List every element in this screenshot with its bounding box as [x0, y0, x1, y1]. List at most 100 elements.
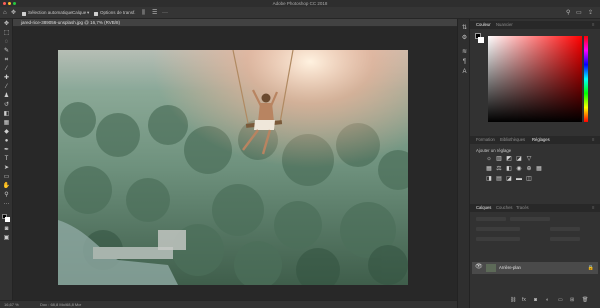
- chevron-down-icon[interactable]: ▾: [87, 10, 89, 16]
- lasso-tool-icon[interactable]: ◌: [2, 39, 11, 46]
- auto-select-label: Sélection automatique: [28, 10, 73, 15]
- new-layer-icon[interactable]: ⊞: [570, 297, 574, 303]
- quick-select-tool-icon[interactable]: ✎: [2, 48, 11, 55]
- type-tool-icon[interactable]: T: [2, 156, 11, 163]
- panel-menu-icon[interactable]: ≡: [592, 205, 594, 211]
- posterize-icon[interactable]: ▤: [496, 176, 502, 182]
- quick-mask-icon[interactable]: ◙: [2, 226, 11, 233]
- color-lookup-icon[interactable]: ▦: [536, 166, 542, 172]
- paragraph-icon[interactable]: ¶: [461, 59, 468, 66]
- vibrance-icon[interactable]: ▽: [526, 156, 532, 162]
- tab-bibliotheques[interactable]: Bibliothèques: [500, 137, 525, 143]
- tab-couches[interactable]: Couches: [496, 205, 513, 211]
- tab-couleur[interactable]: Couleur: [476, 22, 491, 28]
- lock-options[interactable]: [476, 237, 520, 241]
- tab-calques[interactable]: Calques: [476, 205, 491, 211]
- more-tools-icon[interactable]: ···: [2, 201, 11, 208]
- tab-reglages[interactable]: Réglages: [532, 137, 550, 143]
- more-options-icon[interactable]: ···: [162, 10, 168, 16]
- hand-tool-icon[interactable]: ✋: [2, 183, 11, 190]
- pen-tool-icon[interactable]: ✒: [2, 147, 11, 154]
- move-tool-icon[interactable]: ✥: [11, 10, 16, 16]
- trash-icon[interactable]: 🗑: [582, 297, 588, 303]
- document-tab[interactable]: jared-rice-389056-unsplash.jpg @ 16,7% (…: [13, 19, 457, 27]
- layer-filter-field[interactable]: [476, 217, 506, 221]
- gradient-map-icon[interactable]: ▬: [516, 176, 522, 182]
- eraser-tool-icon[interactable]: ◧: [2, 111, 11, 118]
- color-balance-icon[interactable]: ⚖: [496, 166, 502, 172]
- document-title: jared-rice-389056-unsplash.jpg @ 16,7% (…: [21, 20, 121, 25]
- workspace-icon[interactable]: ▭: [576, 10, 582, 16]
- layer-filter-icons[interactable]: [510, 217, 550, 221]
- history-brush-tool-icon[interactable]: ↺: [2, 102, 11, 109]
- hue-saturation-icon[interactable]: ▦: [486, 166, 492, 172]
- crop-tool-icon[interactable]: ⌗: [2, 57, 11, 64]
- hue-slider[interactable]: [584, 36, 588, 122]
- dodge-tool-icon[interactable]: ●: [2, 138, 11, 145]
- character-icon[interactable]: A: [461, 69, 468, 76]
- add-mask-icon[interactable]: ◙: [534, 297, 537, 303]
- tab-formation[interactable]: Formation: [476, 137, 495, 143]
- adjustment-layer-icon[interactable]: ◐: [546, 297, 549, 303]
- selective-color-icon[interactable]: ◫: [526, 176, 532, 182]
- color-picker-field[interactable]: [488, 36, 582, 122]
- layer-style-icon[interactable]: fx: [522, 297, 526, 303]
- invert-icon[interactable]: ◨: [486, 176, 492, 182]
- lock-icon[interactable]: 🔒: [588, 265, 594, 271]
- eye-icon[interactable]: 👁: [475, 264, 483, 271]
- transform-checkbox[interactable]: [94, 11, 98, 16]
- share-icon[interactable]: ⇪: [588, 10, 593, 16]
- screen-mode-icon[interactable]: ▣: [2, 235, 11, 242]
- zoom-level[interactable]: 16,67 %: [4, 302, 19, 308]
- layers-panel-tabs: Calques Couches Tracés ≡: [470, 204, 600, 212]
- exposure-icon[interactable]: ◪: [516, 156, 522, 162]
- stamp-tool-icon[interactable]: ♟: [2, 93, 11, 100]
- tools-panel: ✥ ⬚ ◌ ✎ ⌗ ⁄ ✚ ⁄ ♟ ↺ ◧ ▦ ◆ ● ✒ T ➤ ▭ ✋ ⚲ …: [0, 19, 13, 300]
- channel-mixer-icon[interactable]: ⊕: [526, 166, 532, 172]
- move-tool-icon[interactable]: ✥: [2, 21, 11, 28]
- align-icon[interactable]: ⫼: [142, 10, 145, 16]
- path-select-tool-icon[interactable]: ➤: [2, 165, 11, 172]
- options-bar: ⌂ ✥ Sélection automatique Calque ▾ Optio…: [0, 7, 600, 19]
- properties-icon[interactable]: ⚙: [461, 35, 468, 42]
- tab-nuancier[interactable]: Nuancier: [496, 22, 513, 28]
- photo-filter-icon[interactable]: ◉: [516, 166, 522, 172]
- search-icon[interactable]: ⚲: [566, 10, 570, 16]
- tab-traces[interactable]: Tracés: [516, 205, 529, 211]
- gradient-tool-icon[interactable]: ▦: [2, 120, 11, 127]
- opacity-field[interactable]: [550, 227, 580, 231]
- panel-menu-icon[interactable]: ≡: [592, 22, 594, 28]
- black-white-icon[interactable]: ◧: [506, 166, 512, 172]
- transform-options-label: Options de transf.: [100, 10, 136, 15]
- curves-icon[interactable]: ◩: [506, 156, 512, 162]
- auto-select-checkbox[interactable]: [22, 11, 26, 16]
- auto-select-dropdown[interactable]: Calque: [72, 10, 86, 16]
- blur-tool-icon[interactable]: ◆: [2, 129, 11, 136]
- add-adjustment-label: Ajouter un réglage: [476, 148, 512, 153]
- chevron-right-icon[interactable]: ›: [80, 302, 81, 308]
- layer-row-background[interactable]: 👁 Arrière-plan 🔒: [472, 262, 598, 274]
- background-color-swatch[interactable]: [5, 217, 10, 222]
- threshold-icon[interactable]: ◪: [506, 176, 512, 182]
- shape-tool-icon[interactable]: ▭: [2, 174, 11, 181]
- marquee-tool-icon[interactable]: ⬚: [2, 30, 11, 37]
- background-color-chip[interactable]: [478, 37, 484, 43]
- canvas-area[interactable]: [13, 27, 457, 300]
- adjustments-panel-tabs: Formation Bibliothèques Réglages ≡: [470, 136, 600, 144]
- new-group-icon[interactable]: ▭: [558, 297, 563, 303]
- brush-settings-icon[interactable]: ≋: [461, 49, 468, 56]
- eyedropper-tool-icon[interactable]: ⁄: [2, 66, 11, 73]
- levels-icon[interactable]: ▥: [496, 156, 502, 162]
- brightness-icon[interactable]: ☼: [486, 156, 492, 162]
- history-icon[interactable]: ⇅: [461, 25, 468, 32]
- brush-tool-icon[interactable]: ⁄: [2, 84, 11, 91]
- distribute-icon[interactable]: ☰: [152, 10, 157, 16]
- fill-field[interactable]: [550, 237, 580, 241]
- zoom-tool-icon[interactable]: ⚲: [2, 192, 11, 199]
- blend-mode-select[interactable]: [476, 227, 520, 231]
- healing-brush-tool-icon[interactable]: ✚: [2, 75, 11, 82]
- layer-name[interactable]: Arrière-plan: [499, 265, 521, 271]
- home-icon[interactable]: ⌂: [3, 10, 7, 16]
- panel-menu-icon[interactable]: ≡: [592, 137, 594, 143]
- link-layers-icon[interactable]: ⛓: [510, 297, 516, 303]
